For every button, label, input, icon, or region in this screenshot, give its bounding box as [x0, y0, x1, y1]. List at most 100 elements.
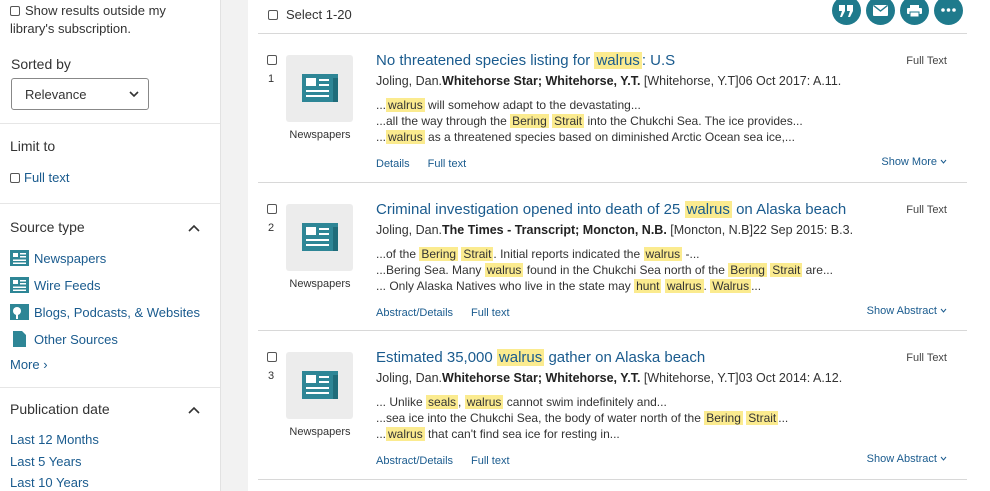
author: Joling, Dan.: [376, 371, 443, 385]
full-text-link[interactable]: Full text: [471, 307, 510, 319]
print-icon: [907, 5, 922, 17]
result-source-type: Newspapers: [289, 129, 351, 141]
source-type-other[interactable]: Other Sources: [10, 331, 118, 349]
select-all-option[interactable]: Select 1-20: [268, 7, 352, 22]
result-number: 2: [268, 222, 275, 234]
snippet-line: ... walrus that can't find sea ice for re…: [376, 426, 788, 442]
title-highlight: walrus: [594, 52, 642, 69]
result-thumbnail[interactable]: [286, 352, 353, 419]
outside-subscription-option[interactable]: Show results outside my library's subscr…: [10, 2, 210, 38]
abstract-details-link[interactable]: Abstract/Details: [376, 307, 453, 319]
snippet-text: are...: [802, 263, 833, 277]
snippet-text: will somehow adapt to the devastating...: [424, 98, 641, 112]
full-text-label: Full text: [24, 170, 70, 185]
snippet-text: ...Bering Sea. Many: [376, 263, 485, 277]
title-text: No threatened species listing for: [376, 52, 595, 69]
details-link[interactable]: Details: [376, 158, 410, 170]
title-text: : U.S: [641, 52, 676, 69]
snippet-text: ...of the: [376, 247, 420, 261]
result-byline: Joling, Dan.Whitehorse Star; Whitehorse,…: [376, 371, 842, 385]
snippet-line: ... Unlike seals, walrus cannot swim ind…: [376, 394, 788, 410]
availability-label: Full Text: [906, 352, 947, 364]
select-all-checkbox[interactable]: [268, 10, 278, 20]
date-filter-last-12-months[interactable]: Last 12 Months: [10, 432, 99, 447]
citation: [Whitehorse, Y.T]03 Oct 2014: A.12.: [640, 371, 843, 385]
result-title-link[interactable]: Estimated 35,000 walrus gather on Alaska…: [376, 349, 705, 366]
outside-subscription-label: Show results outside my: [25, 3, 166, 18]
snippet-text: into the Chukchi Sea. The ice provides..…: [584, 114, 803, 128]
abstract-details-link[interactable]: Abstract/Details: [376, 455, 453, 467]
publication: Whitehorse Star; Whitehorse, Y.T.: [442, 74, 641, 88]
full-text-link[interactable]: Full text: [471, 455, 510, 467]
search-term-highlight: walrus: [386, 130, 425, 144]
search-term-highlight: Strait: [746, 411, 779, 425]
publication-date-heading: Publication date: [10, 401, 110, 417]
result-byline: Joling, Dan.The Times - Transcript; Monc…: [376, 223, 853, 237]
show-abstract-toggle[interactable]: Show Abstract: [867, 453, 947, 465]
filters-sidebar: Show results outside my library's subscr…: [0, 0, 221, 491]
title-text: on Alaska beach: [731, 201, 847, 218]
source-type-label: Other Sources: [34, 332, 118, 347]
search-term-highlight: walrus: [484, 263, 524, 277]
email-button[interactable]: [866, 0, 895, 25]
search-term-highlight: Strait: [770, 263, 803, 277]
source-type-newspapers[interactable]: Newspapers: [10, 250, 106, 268]
divider: [0, 123, 220, 124]
full-text-filter[interactable]: Full text: [10, 170, 70, 185]
full-text-link[interactable]: Full text: [428, 158, 467, 170]
cite-button[interactable]: [832, 0, 861, 25]
more-actions-button[interactable]: [934, 0, 963, 25]
availability-label: Full Text: [906, 204, 947, 216]
print-button[interactable]: [900, 0, 929, 25]
chevron-up-icon[interactable]: [187, 223, 201, 233]
sort-select[interactable]: Relevance: [11, 78, 149, 110]
result-title-link[interactable]: Criminal investigation opened into death…: [376, 201, 846, 218]
show-more-toggle[interactable]: Show More: [881, 156, 947, 168]
search-term-highlight: seals: [426, 395, 459, 409]
author: Joling, Dan.: [376, 223, 443, 237]
full-text-checkbox[interactable]: [10, 173, 20, 183]
more-source-types-link[interactable]: More ›: [10, 357, 48, 372]
newspaper-icon: [10, 250, 29, 266]
snippet-text: ...: [751, 279, 762, 293]
show-more-label: Show More: [881, 156, 937, 168]
snippet-text: ...: [376, 98, 387, 112]
source-type-wire-feeds[interactable]: Wire Feeds: [10, 277, 100, 295]
snippet-line: ... walrus as a threatened species based …: [376, 129, 803, 145]
result-checkbox[interactable]: [267, 352, 277, 362]
result-source-type: Newspapers: [289, 278, 351, 290]
source-type-blogs[interactable]: Blogs, Podcasts, & Websites: [10, 304, 200, 322]
result-item: 3 Newspapers Estimated 35,000 walrus gat…: [258, 331, 967, 480]
search-term-highlight: walrus: [386, 98, 425, 112]
availability-label: Full Text: [906, 55, 947, 67]
publication: Whitehorse Star; Whitehorse, Y.T.: [442, 371, 641, 385]
chevron-up-icon[interactable]: [187, 405, 201, 415]
cite-icon: [839, 5, 853, 17]
result-title-link[interactable]: No threatened species listing for walrus…: [376, 52, 675, 69]
citation: [Whitehorse, Y.T]06 Oct 2017: A.11.: [640, 74, 842, 88]
date-filter-last-5-years[interactable]: Last 5 Years: [10, 454, 82, 469]
snippet-text: -...: [682, 247, 700, 261]
author: Joling, Dan.: [376, 74, 443, 88]
show-abstract-label: Show Abstract: [866, 453, 937, 465]
snippet-text: ...: [376, 130, 387, 144]
result-item: 1 Newspapers No threatened species listi…: [258, 35, 967, 183]
chevron-down-icon: [940, 456, 947, 461]
snippet-line: ...Bering Sea. Many walrus found in the …: [376, 262, 833, 278]
source-type-label: Blogs, Podcasts, & Websites: [34, 305, 200, 320]
outside-subscription-checkbox[interactable]: [10, 6, 20, 16]
result-checkbox[interactable]: [267, 55, 277, 65]
date-filter-last-10-years[interactable]: Last 10 Years: [10, 475, 89, 490]
search-term-highlight: hunt: [634, 279, 662, 293]
result-thumbnail[interactable]: [286, 204, 353, 271]
result-thumbnail[interactable]: [286, 55, 353, 122]
snippet-line: ... walrus will somehow adapt to the deva…: [376, 97, 803, 113]
search-term-highlight: walrus: [664, 279, 704, 293]
result-snippets: ... walrus will somehow adapt to the deva…: [376, 97, 803, 145]
search-term-highlight: Bering: [728, 263, 767, 277]
result-checkbox[interactable]: [267, 204, 277, 214]
show-abstract-toggle[interactable]: Show Abstract: [867, 305, 947, 317]
result-number: 1: [268, 73, 275, 85]
sorted-by-heading: Sorted by: [11, 56, 71, 72]
snippet-text: found in the Chukchi Sea north of the: [523, 263, 729, 277]
